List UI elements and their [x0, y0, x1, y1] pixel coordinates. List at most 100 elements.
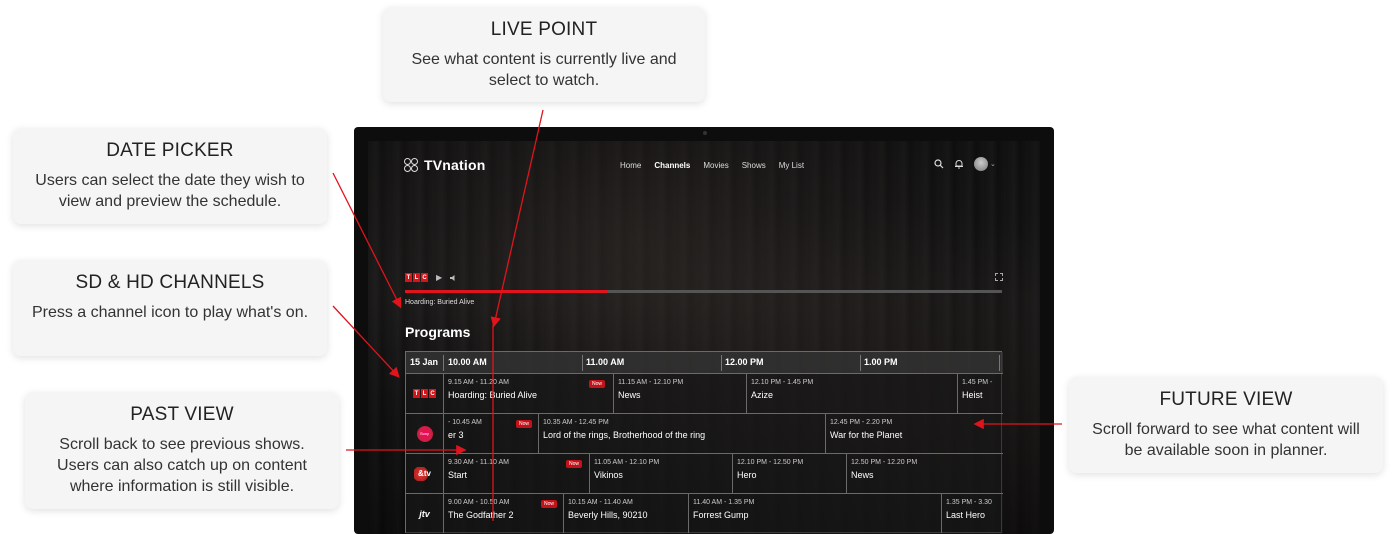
search-icon[interactable]: [934, 159, 944, 169]
program-cell[interactable]: 10.35 AM - 12.45 PM Lord of the rings, B…: [539, 414, 826, 453]
nav-item-movies[interactable]: Movies: [703, 161, 728, 170]
program-name: Heist: [962, 390, 983, 400]
top-nav: TVnation Home Channels Movies Shows My L…: [368, 141, 1040, 189]
program-cell[interactable]: 11.05 AM - 12.10 PM Vikinos: [590, 454, 733, 493]
program-name: Hero: [737, 470, 757, 480]
channel-icon-sony[interactable]: Sony: [406, 414, 444, 453]
time-slot: 10.00 AM: [448, 357, 487, 367]
stage: LIVE POINT See what content is currently…: [0, 0, 1396, 534]
channel-icon-andtv[interactable]: &tv: [406, 454, 444, 493]
callout-title: FUTURE VIEW: [1159, 389, 1293, 410]
nav-item-channels[interactable]: Channels: [654, 161, 690, 170]
progress-fill: [405, 290, 608, 293]
now-badge: Now: [541, 500, 558, 508]
date-picker-callout: DATE PICKER Users can select the date th…: [13, 128, 327, 224]
callout-text: Scroll forward to see what content will …: [1092, 421, 1360, 459]
bell-icon[interactable]: [954, 159, 964, 169]
logo-letter: L: [413, 273, 420, 282]
guide-header: 15 Jan 10.00 AM 11.00 AM 12.00 PM 1.00 P…: [406, 352, 1003, 374]
jtv-logo: jtv: [419, 508, 430, 519]
program-cell[interactable]: - 10.45 AM er 3 Now: [444, 414, 539, 453]
playback-progress[interactable]: [405, 290, 1002, 293]
callout-title: SD & HD CHANNELS: [75, 272, 265, 293]
callout-title: DATE PICKER: [106, 140, 234, 161]
callout-title: PAST VIEW: [130, 404, 234, 425]
program-name: Vikinos: [594, 470, 623, 480]
time-slot: 12.00 PM: [725, 357, 764, 367]
program-name: Azize: [751, 390, 774, 400]
camera-dot: [703, 131, 707, 135]
tlc-logo: TLC: [413, 389, 436, 398]
programs-heading: Programs: [405, 324, 471, 340]
future-view-callout: FUTURE VIEW Scroll forward to see what c…: [1069, 377, 1383, 473]
program-name: Forrest Gump: [693, 510, 749, 520]
channel-row: &tv 9.30 AM - 11.10 AM Start Now 11.05 A…: [406, 454, 1003, 494]
program-name: er 3: [448, 430, 464, 440]
avatar[interactable]: [974, 157, 988, 171]
chevron-down-icon[interactable]: ⌄: [990, 160, 996, 168]
player-controls: T L C ▶: [405, 273, 458, 282]
program-time: 11.15 AM - 12.10 PM: [618, 379, 684, 386]
now-badge: Now: [566, 460, 583, 468]
nav-item-my-list[interactable]: My List: [779, 161, 804, 170]
channel-row: Sony - 10.45 AM er 3 Now 10.35 AM - 12.4…: [406, 414, 1003, 454]
program-cell[interactable]: 11.40 AM - 1.35 PM Forrest Gump: [689, 494, 942, 533]
past-view-callout: PAST VIEW Scroll back to see previous sh…: [25, 392, 339, 509]
play-icon[interactable]: ▶: [436, 273, 442, 282]
brand-name: TVnation: [424, 157, 486, 173]
program-cell[interactable]: 1.45 PM - Heist: [958, 374, 1003, 413]
program-cell[interactable]: 1.35 PM - 3.30 Last Hero: [942, 494, 1003, 533]
program-time: 1.35 PM - 3.30: [946, 499, 992, 506]
callout-text: Users can select the date they wish to v…: [35, 172, 305, 210]
program-name: Hoarding: Buried Alive: [448, 390, 538, 400]
channel-icon-tlc[interactable]: TLC: [406, 374, 444, 413]
program-time: 1.45 PM -: [962, 379, 993, 386]
tablet-frame: TVnation Home Channels Movies Shows My L…: [354, 127, 1054, 534]
program-time: 12.50 PM - 12.20 PM: [851, 459, 918, 466]
program-guide: 15 Jan 10.00 AM 11.00 AM 12.00 PM 1.00 P…: [405, 351, 1003, 534]
brand-logo[interactable]: TVnation: [404, 157, 485, 173]
callout-text: Scroll back to see previous shows. Users…: [57, 436, 307, 495]
program-name: War for the Planet: [830, 430, 903, 440]
callout-text: Press a channel icon to play what's on.: [31, 304, 309, 321]
program-cell[interactable]: 12.50 PM - 12.20 PM News: [847, 454, 1003, 493]
program-cell[interactable]: 9.30 AM - 11.10 AM Start Now: [444, 454, 590, 493]
date-picker[interactable]: 15 Jan: [410, 357, 438, 367]
main-menu: Home Channels Movies Shows My List: [620, 161, 804, 170]
program-cell[interactable]: 12.10 PM - 12.50 PM Hero: [733, 454, 847, 493]
program-cell[interactable]: 10.15 AM - 11.40 AM Beverly Hills, 90210: [564, 494, 689, 533]
nav-item-shows[interactable]: Shows: [742, 161, 766, 170]
tv-app-screen: TVnation Home Channels Movies Shows My L…: [368, 141, 1040, 534]
logo-letter: T: [405, 273, 412, 282]
fullscreen-icon[interactable]: [995, 273, 1003, 281]
channel-row: jtv 9.00 AM - 10.50 AM The Godfather 2 N…: [406, 494, 1003, 534]
program-time: 11.05 AM - 12.10 PM: [594, 459, 660, 466]
program-name: Beverly Hills, 90210: [568, 510, 648, 520]
nav-icons: ⌄: [934, 157, 996, 171]
volume-icon[interactable]: [450, 274, 458, 282]
callout-text: See what content is currently live and s…: [411, 51, 677, 89]
program-name: Lord of the rings, Brotherhood of the ri…: [543, 430, 706, 440]
sony-logo: Sony: [416, 425, 433, 442]
channel-logo-tlc[interactable]: T L C: [405, 273, 428, 282]
program-time: 12.45 PM - 2.20 PM: [830, 419, 893, 426]
program-time: 12.10 PM - 12.50 PM: [737, 459, 804, 466]
program-cell[interactable]: 12.45 PM - 2.20 PM War for the Planet: [826, 414, 1003, 453]
channel-icon-jtv[interactable]: jtv: [406, 494, 444, 533]
program-name: News: [618, 390, 641, 400]
program-name: Last Hero: [946, 510, 986, 520]
program-time: 10.15 AM - 11.40 AM: [568, 499, 633, 506]
program-cell[interactable]: 12.10 PM - 1.45 PM Azize: [747, 374, 958, 413]
program-cell[interactable]: 9.15 AM - 11.20 AM Hoarding: Buried Aliv…: [444, 374, 614, 413]
program-time: 11.40 AM - 1.35 PM: [693, 499, 755, 506]
logo-icon: [404, 157, 419, 173]
now-playing-title: Hoarding: Buried Alive: [405, 299, 475, 306]
nav-item-home[interactable]: Home: [620, 161, 641, 170]
program-cell[interactable]: 11.15 AM - 12.10 PM News: [614, 374, 747, 413]
channel-row: TLC 9.15 AM - 11.20 AM Hoarding: Buried …: [406, 374, 1003, 414]
andtv-logo: &tv: [413, 466, 436, 481]
now-badge: Now: [516, 420, 533, 428]
program-name: Start: [448, 470, 468, 480]
time-slot: 1.00 PM: [864, 357, 898, 367]
program-cell[interactable]: 9.00 AM - 10.50 AM The Godfather 2 Now: [444, 494, 564, 533]
